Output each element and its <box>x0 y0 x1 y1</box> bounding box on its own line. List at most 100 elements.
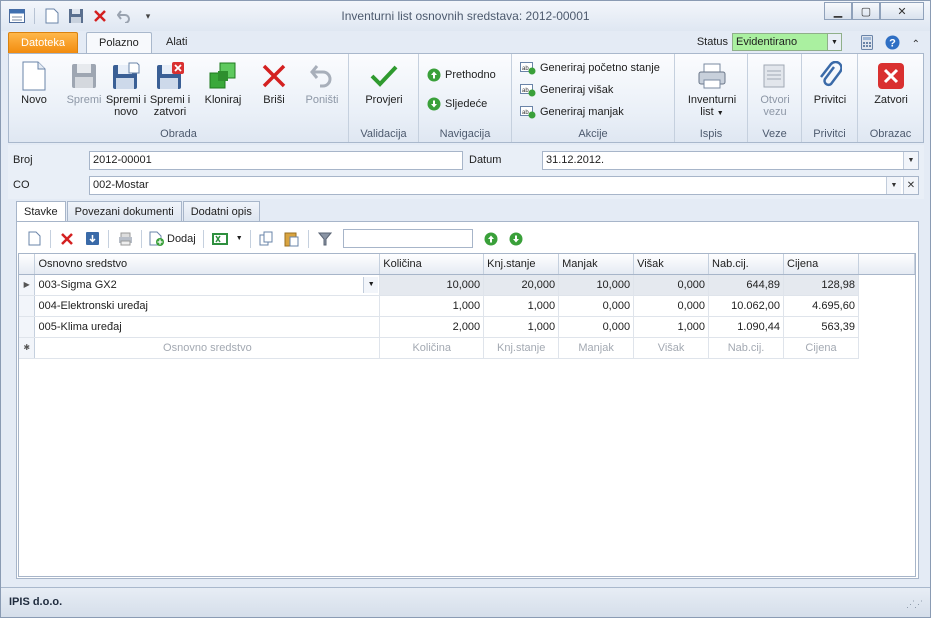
table-cell[interactable]: 644,89 <box>708 274 785 296</box>
dropdown-arrow-icon[interactable]: ▼ <box>234 228 245 250</box>
new-row-cell[interactable]: Količina <box>379 337 485 359</box>
spremi-i-zatvori-button[interactable]: Spremi i zatvori <box>148 58 192 118</box>
tab-datoteka[interactable]: Datoteka <box>8 32 79 53</box>
calculator-icon[interactable] <box>860 35 873 53</box>
save-row-icon[interactable] <box>81 228 103 250</box>
table-cell[interactable]: 1,000 <box>379 295 485 317</box>
chevron-down-icon[interactable]: ▼ <box>903 152 918 169</box>
provjeri-label: Provjeri <box>365 94 403 106</box>
table-cell[interactable]: 10,000 <box>379 274 485 296</box>
delete-row-icon[interactable] <box>56 228 78 250</box>
co-field[interactable]: 002-Mostar ▼ ✕ <box>89 176 919 195</box>
filler-cell <box>858 316 914 337</box>
column-header-visak[interactable]: Višak <box>633 254 710 275</box>
new-row-cell[interactable]: Knj.stanje <box>483 337 560 359</box>
generiraj-pocetno-button[interactable]: ab Generiraj početno stanje <box>520 61 660 75</box>
tab-polazno[interactable]: Polazno <box>86 32 152 53</box>
table-cell[interactable]: 10.062,00 <box>708 295 785 317</box>
table-cell[interactable]: 1,000 <box>483 316 560 338</box>
datum-field[interactable]: 31.12.2012. ▼ <box>542 151 919 170</box>
add-icon <box>149 231 164 246</box>
resize-grip-icon[interactable]: ⋰⋰ <box>906 599 923 610</box>
column-header-osnovno-sredstvo[interactable]: Osnovno sredstvo <box>34 254 381 275</box>
brisi-button[interactable]: Briši <box>252 58 296 106</box>
inventurni-list-button[interactable]: Inventurni list ▼ <box>684 58 740 120</box>
co-value: 002-Mostar <box>93 179 149 191</box>
spremi-i-novo-button[interactable]: Spremi i novo <box>104 58 148 118</box>
chevron-down-icon[interactable]: ▼ <box>827 34 841 50</box>
new-row-cell[interactable]: Cijena <box>783 337 859 359</box>
spremi-button[interactable]: Spremi <box>62 58 106 106</box>
paste-icon[interactable] <box>281 228 303 250</box>
generiraj-manjak-button[interactable]: ab Generiraj manjak <box>520 105 624 119</box>
kloniraj-button[interactable]: Kloniraj <box>201 58 245 106</box>
tab-povezani-dokumenti[interactable]: Povezani dokumenti <box>66 201 182 222</box>
minimize-button[interactable]: ▁ <box>824 2 852 20</box>
maximize-button[interactable]: ▢ <box>852 2 880 20</box>
generiraj-visak-button[interactable]: ab Generiraj višak <box>520 83 613 97</box>
table-cell[interactable]: 1,000 <box>483 295 560 317</box>
table-cell[interactable]: 20,000 <box>483 274 560 296</box>
tab-alati[interactable]: Alati <box>154 32 199 53</box>
add-button[interactable]: Dodaj <box>147 228 198 250</box>
table-cell[interactable]: 1,000 <box>633 316 710 338</box>
table-row[interactable]: ▶ 003-Sigma GX2 ▼ 10,000 20,000 10,000 0… <box>19 274 915 296</box>
clear-icon[interactable]: ✕ <box>903 177 918 194</box>
chevron-down-icon[interactable]: ▼ <box>886 177 901 194</box>
column-header-manjak[interactable]: Manjak <box>558 254 635 275</box>
cell-value: 003-Sigma GX2 <box>38 278 117 291</box>
chevron-down-icon[interactable]: ▼ <box>363 276 379 293</box>
table-cell[interactable]: 004-Elektronski uređaj <box>34 295 381 317</box>
generiraj-manjak-label: Generiraj manjak <box>540 106 624 118</box>
table-cell[interactable]: 563,39 <box>783 316 859 338</box>
grid-search-input[interactable] <box>342 229 473 248</box>
ponisti-button[interactable]: Poništi <box>300 58 344 106</box>
save-icon <box>62 58 106 94</box>
table-cell[interactable]: 10,000 <box>558 274 635 296</box>
table-cell[interactable]: 0,000 <box>558 295 635 317</box>
broj-field[interactable]: 2012-00001 <box>89 151 463 170</box>
excel-export-icon[interactable] <box>209 228 231 250</box>
new-row-cell[interactable]: Nab.cij. <box>708 337 785 359</box>
tab-stavke[interactable]: Stavke <box>16 201 66 223</box>
table-row[interactable]: 004-Elektronski uređaj 1,000 1,000 0,000… <box>19 295 915 317</box>
table-cell[interactable]: 2,000 <box>379 316 485 338</box>
copy-icon[interactable] <box>256 228 278 250</box>
table-cell[interactable]: 005-Klima uređaj <box>34 316 381 338</box>
column-header-kolicina[interactable]: Količina <box>379 254 485 275</box>
novo-button[interactable]: Novo <box>12 58 56 106</box>
new-row-cell[interactable]: Višak <box>633 337 710 359</box>
table-cell[interactable]: 0,000 <box>558 316 635 338</box>
column-header-nab-cij[interactable]: Nab.cij. <box>708 254 785 275</box>
otvori-vezu-label: Otvori vezu <box>760 94 790 118</box>
table-cell[interactable]: 0,000 <box>633 274 710 296</box>
filter-icon[interactable] <box>314 228 336 250</box>
table-cell[interactable]: 1.090,44 <box>708 316 785 338</box>
zatvori-button[interactable]: Zatvori <box>868 58 914 106</box>
new-item-row[interactable]: ✱ Osnovno sredstvo Količina Knj.stanje M… <box>19 337 915 359</box>
table-cell[interactable]: 4.695,60 <box>783 295 859 317</box>
new-row-cell[interactable]: Manjak <box>558 337 635 359</box>
move-up-icon[interactable] <box>480 228 502 250</box>
prethodno-button[interactable]: Prethodno <box>427 68 496 82</box>
table-cell[interactable]: 003-Sigma GX2 ▼ <box>34 274 381 296</box>
close-window-button[interactable]: ✕ <box>880 2 924 20</box>
datum-label: Datum <box>469 154 502 166</box>
otvori-vezu-button[interactable]: Otvori vezu <box>752 58 798 118</box>
table-row[interactable]: 005-Klima uređaj 2,000 1,000 0,000 1,000… <box>19 316 915 338</box>
help-icon[interactable]: ? <box>885 35 900 53</box>
status-select[interactable]: Evidentirano ▼ <box>732 33 842 51</box>
move-down-icon[interactable] <box>505 228 527 250</box>
new-row-icon[interactable] <box>23 228 45 250</box>
column-header-cijena[interactable]: Cijena <box>783 254 859 275</box>
tab-dodatni-opis[interactable]: Dodatni opis <box>182 201 260 222</box>
provjeri-button[interactable]: Provjeri <box>361 58 407 106</box>
new-row-cell[interactable]: Osnovno sredstvo <box>34 337 381 359</box>
collapse-ribbon-icon[interactable]: ⌃ <box>912 39 920 50</box>
print-icon[interactable] <box>114 228 136 250</box>
table-cell[interactable]: 0,000 <box>633 295 710 317</box>
privitci-button[interactable]: Privitci <box>807 58 853 106</box>
sljedece-button[interactable]: Sljedeće <box>427 97 487 111</box>
table-cell[interactable]: 128,98 <box>783 274 859 296</box>
column-header-knj-stanje[interactable]: Knj.stanje <box>483 254 560 275</box>
